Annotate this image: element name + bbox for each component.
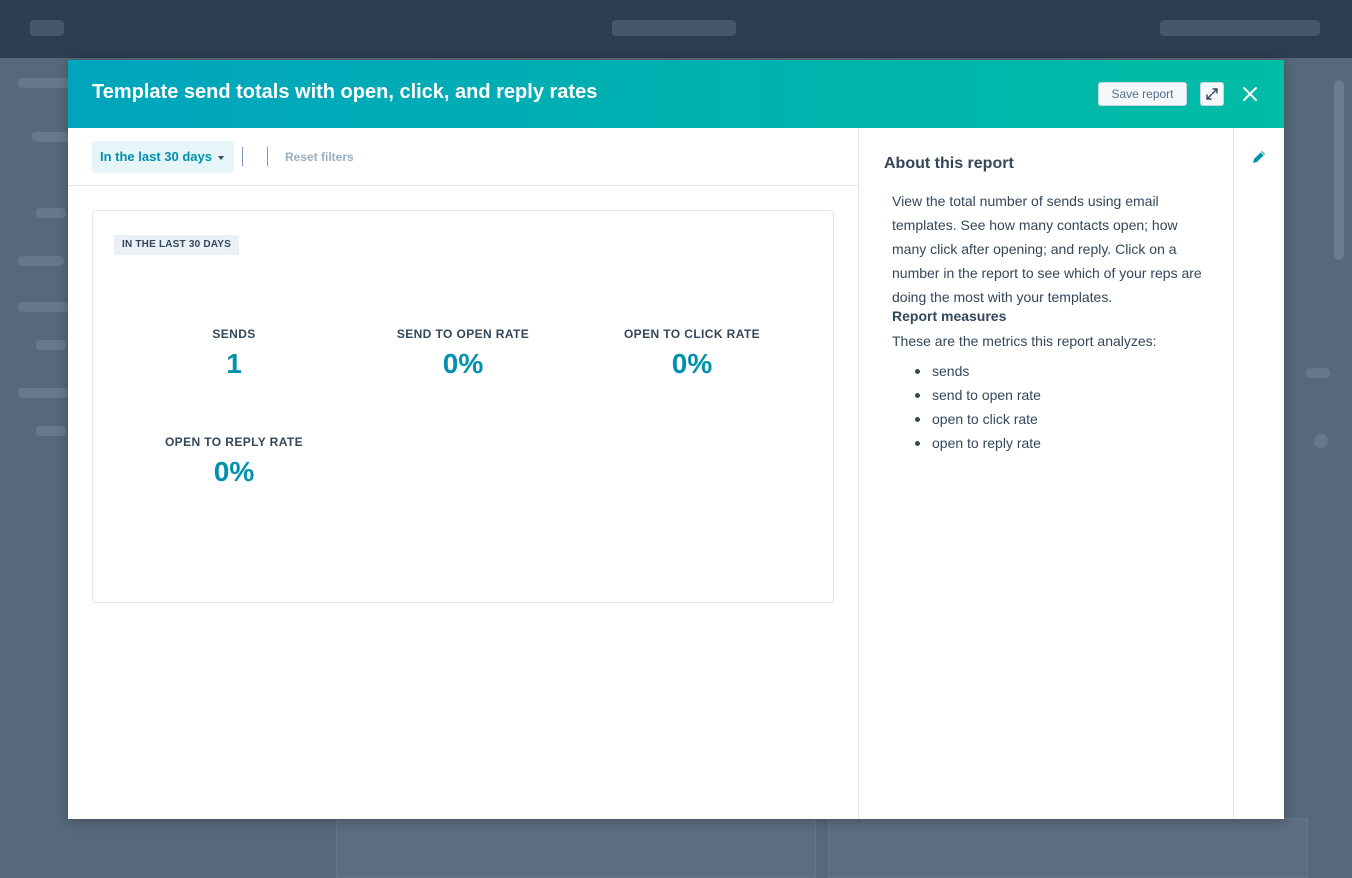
divider [267, 147, 268, 166]
metric-value[interactable]: 1 [119, 348, 349, 380]
divider [242, 147, 243, 166]
metric-sends: SENDS 1 [119, 327, 349, 380]
background-topbar [0, 0, 1352, 58]
close-button[interactable] [1238, 82, 1262, 106]
list-item: open to reply rate [915, 431, 1195, 455]
about-panel: About this report View the total number … [858, 128, 1234, 819]
modal-header: Template send totals with open, click, a… [68, 60, 1284, 128]
list-item: send to open rate [915, 383, 1195, 407]
filter-bar: In the last 30 days Reset filters [68, 128, 858, 186]
date-range-label: In the last 30 days [100, 149, 212, 164]
date-range-tag: IN THE LAST 30 DAYS [114, 235, 240, 255]
metric-label: OPEN TO CLICK RATE [623, 327, 761, 341]
report-modal: Template send totals with open, click, a… [68, 60, 1284, 819]
reset-filters-button[interactable]: Reset filters [285, 150, 354, 164]
metric-label: SENDS [212, 327, 256, 341]
pencil-icon[interactable] [1250, 148, 1268, 166]
save-report-button[interactable]: Save report [1098, 82, 1187, 106]
about-description: View the total number of sends using ema… [892, 193, 1202, 305]
metric-label: SEND TO OPEN RATE [396, 327, 530, 341]
metric-value[interactable]: 0% [577, 348, 807, 380]
expand-icon [1206, 88, 1218, 100]
date-range-filter[interactable]: In the last 30 days [92, 141, 234, 173]
metric-send-to-open-rate: SEND TO OPEN RATE 0% [348, 327, 578, 380]
measures-list: sends send to open rate open to click ra… [915, 359, 1195, 455]
measures-title: Report measures [892, 308, 1007, 324]
metric-label: OPEN TO REPLY RATE [164, 435, 304, 449]
background-scrollbar [1334, 80, 1344, 260]
metric-value[interactable]: 0% [348, 348, 578, 380]
caret-down-icon [218, 156, 224, 160]
modal-title: Template send totals with open, click, a… [92, 81, 598, 103]
metric-open-to-click-rate: OPEN TO CLICK RATE 0% [577, 327, 807, 380]
report-card: IN THE LAST 30 DAYS SENDS 1 SEND TO OPEN… [92, 210, 834, 603]
expand-button[interactable] [1200, 82, 1224, 106]
list-item: open to click rate [915, 407, 1195, 431]
list-item: sends [915, 359, 1195, 383]
measures-intro: These are the metrics this report analyz… [892, 333, 1157, 349]
metric-open-to-reply-rate: OPEN TO REPLY RATE 0% [119, 435, 349, 488]
about-title: About this report [884, 155, 1014, 172]
close-icon [1243, 87, 1257, 101]
metric-value[interactable]: 0% [119, 456, 349, 488]
